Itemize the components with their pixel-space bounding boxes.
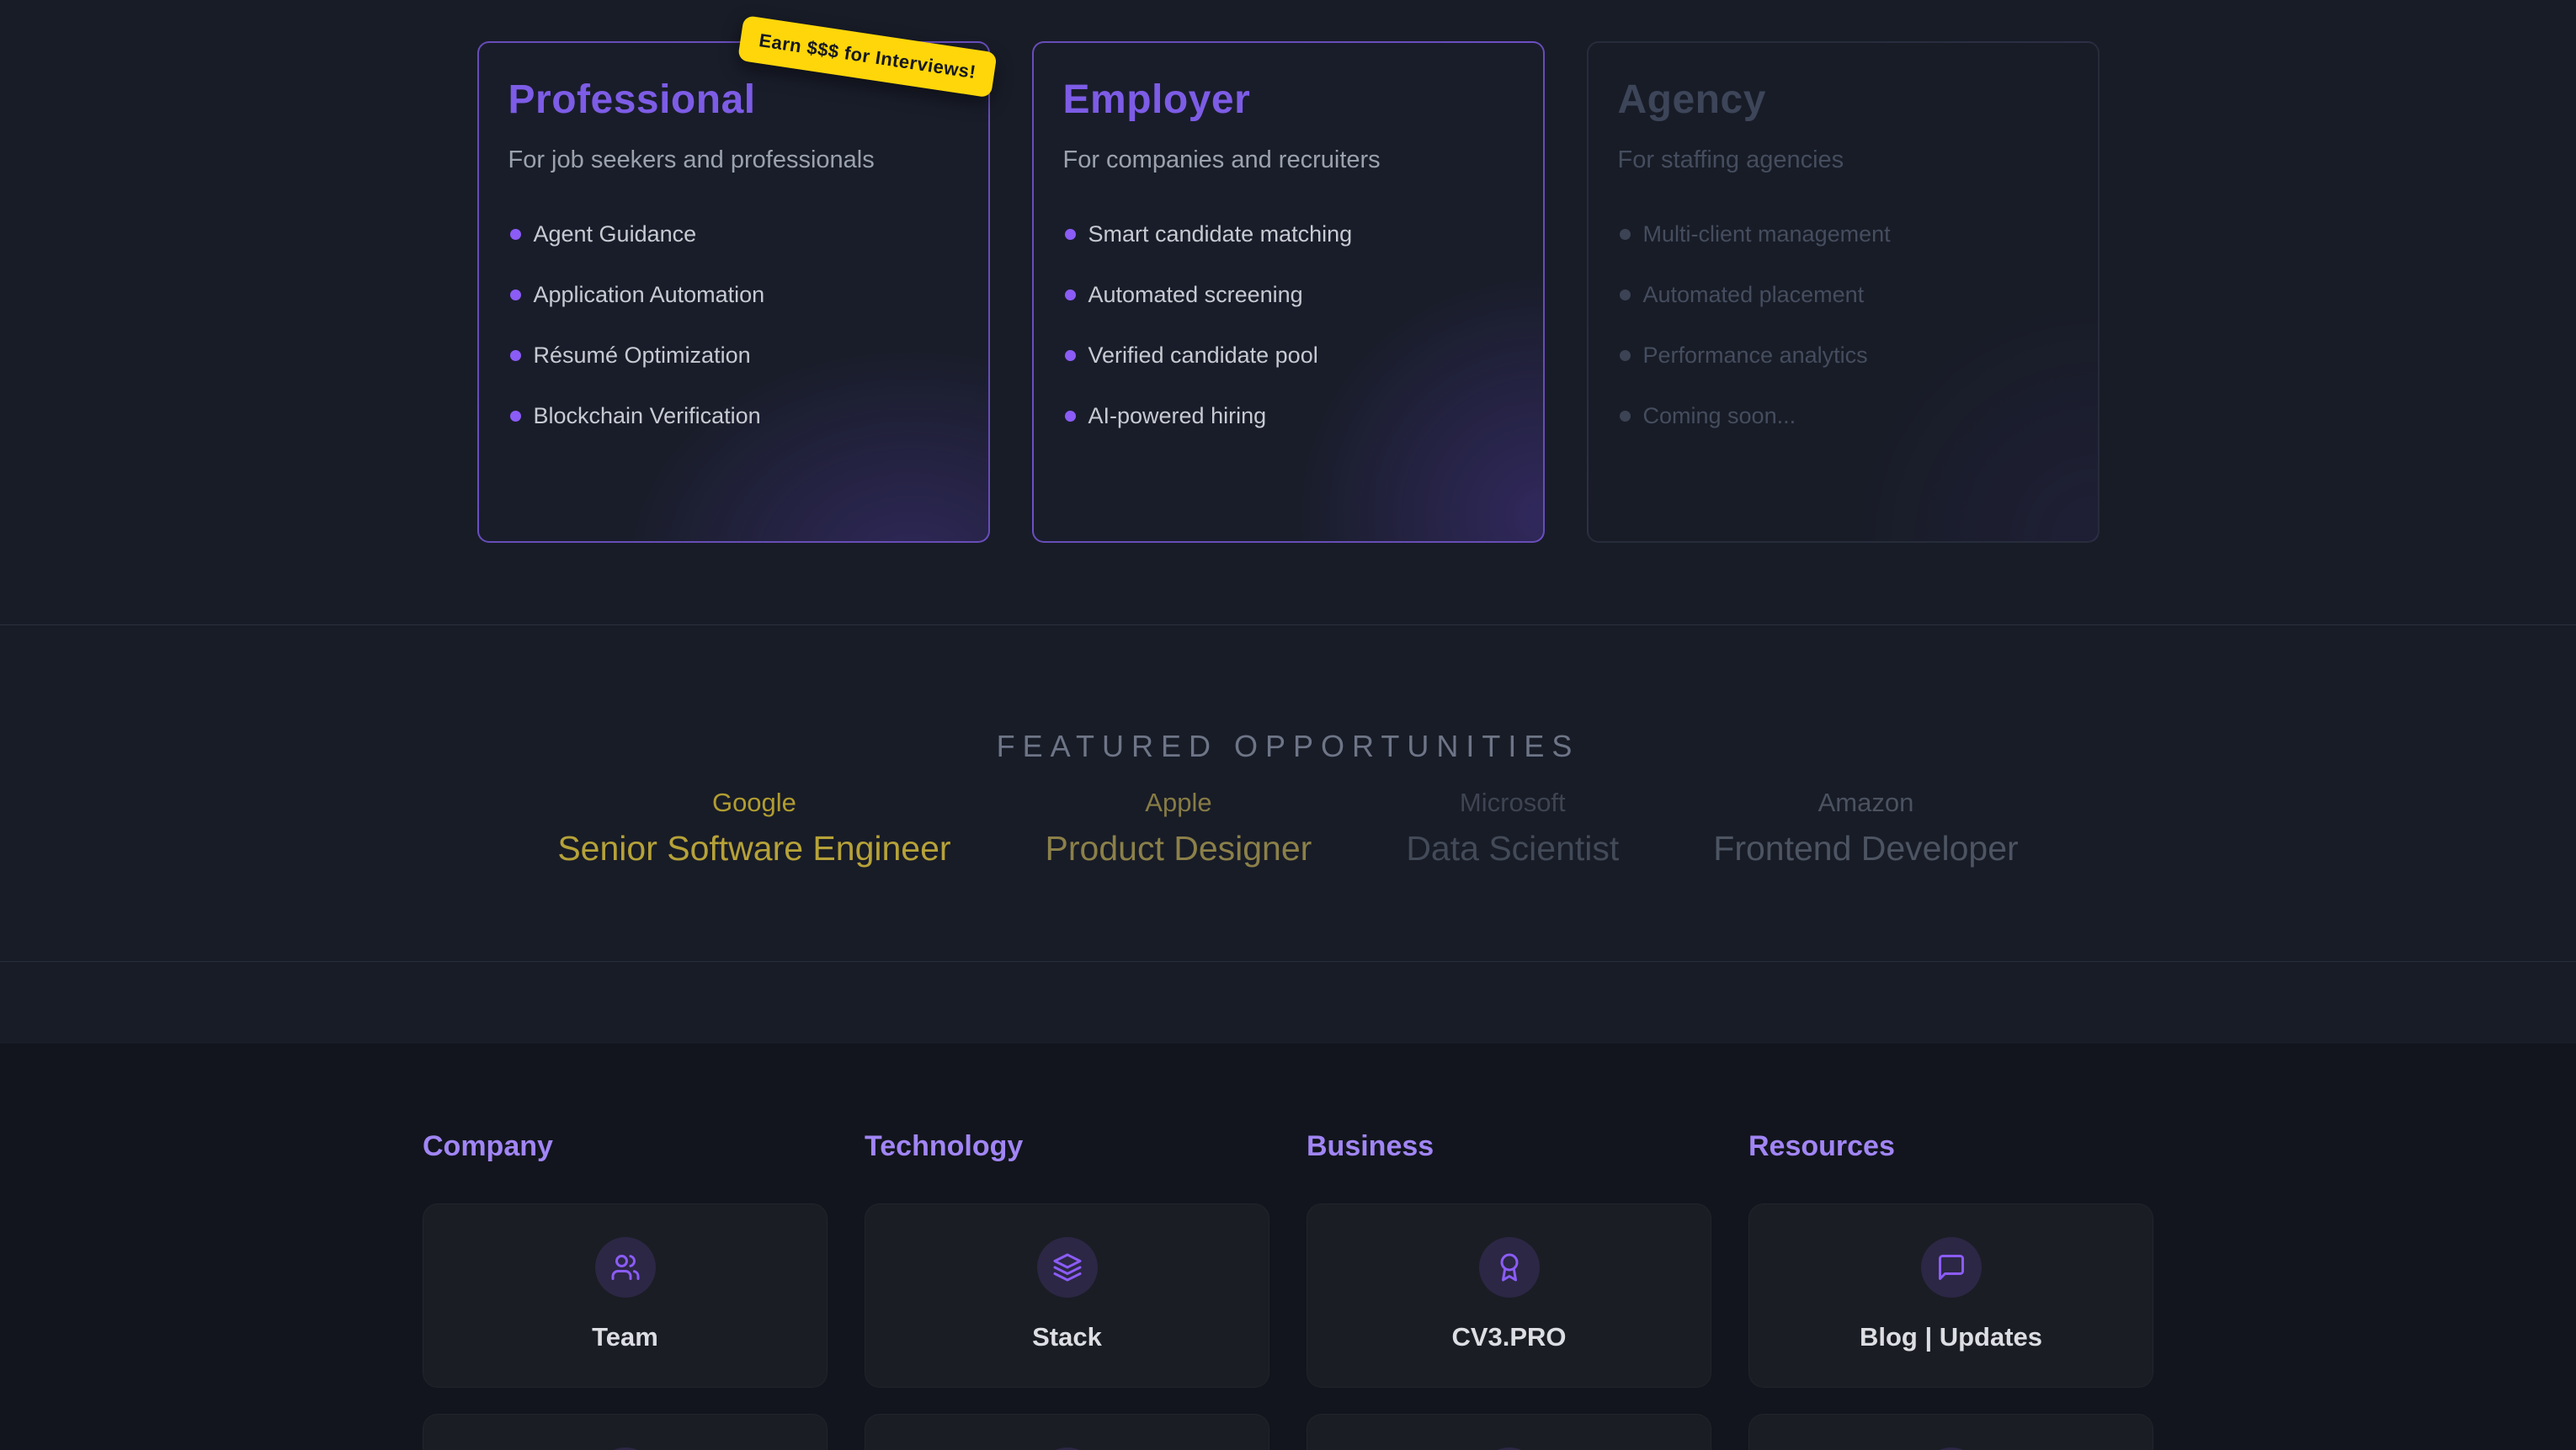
plan-title: Employer [1063, 77, 1514, 123]
plan-feature-label: Performance analytics [1643, 343, 1868, 369]
footer-card-partial[interactable] [1307, 1414, 1711, 1450]
plan-feature-list: Smart candidate matching Automated scree… [1063, 220, 1514, 430]
landing-page: Earn $$$ for Interviews! Professional Fo… [0, 0, 2576, 1450]
plan-feature-label: Coming soon... [1643, 403, 1796, 429]
featured-carousel: Google Senior Software Engineer Apple Pr… [0, 788, 2576, 868]
footer-card-stack[interactable]: Stack [865, 1203, 1269, 1388]
plan-feature: Performance analytics [1618, 341, 2068, 369]
footer-card-partial[interactable] [1748, 1414, 2153, 1450]
bullet-dot-icon [1065, 229, 1076, 240]
plan-feature: Blockchain Verification [508, 401, 959, 430]
bullet-dot-icon [1065, 350, 1076, 361]
plan-feature-label: Agent Guidance [534, 221, 697, 247]
featured-opportunities-section: FEATURED OPPORTUNITIES Google Senior Sof… [0, 624, 2576, 961]
plan-feature: AI-powered hiring [1063, 401, 1514, 430]
plan-feature: Automated screening [1063, 280, 1514, 309]
plan-feature: Verified candidate pool [1063, 341, 1514, 369]
plan-feature-label: Résumé Optimization [534, 343, 751, 369]
message-square-icon [1921, 1237, 1982, 1298]
layers-icon [1037, 1237, 1098, 1298]
footer-card-label: Team [592, 1322, 658, 1352]
award-icon [1479, 1237, 1540, 1298]
plan-feature-list: Multi-client management Automated placem… [1618, 220, 2068, 430]
plan-feature: Smart candidate matching [1063, 220, 1514, 248]
plan-feature: Résumé Optimization [508, 341, 959, 369]
footer-heading: Business [1307, 1130, 1711, 1163]
plans-section: Earn $$$ for Interviews! Professional Fo… [0, 0, 2576, 624]
footer-section: Company Team Technology [0, 1044, 2576, 1450]
plan-card-professional[interactable]: Professional For job seekers and profess… [477, 41, 990, 543]
plan-subtitle: For staffing agencies [1618, 146, 2068, 174]
plan-feature-label: Verified candidate pool [1088, 343, 1318, 369]
plan-feature-list: Agent Guidance Application Automation Ré… [508, 220, 959, 430]
footer-card-team[interactable]: Team [423, 1203, 828, 1388]
footer-column-company: Company Team [423, 1130, 828, 1450]
plan-feature: Coming soon... [1618, 401, 2068, 430]
footer-card-label: CV3.PRO [1451, 1322, 1566, 1352]
plan-feature-label: Smart candidate matching [1088, 221, 1353, 247]
featured-item-apple[interactable]: Apple Product Designer [1046, 788, 1312, 868]
plan-card-employer[interactable]: Employer For companies and recruiters Sm… [1032, 41, 1545, 543]
plan-feature: Agent Guidance [508, 220, 959, 248]
featured-item-google[interactable]: Google Senior Software Engineer [557, 788, 950, 868]
plan-feature: Multi-client management [1618, 220, 2068, 248]
bullet-dot-icon [1620, 289, 1631, 300]
plan-feature-label: Automated placement [1643, 282, 1865, 308]
bullet-dot-icon [510, 229, 521, 240]
footer-column-technology: Technology Stack [865, 1130, 1269, 1450]
plan-title: Professional [508, 77, 959, 123]
bullet-dot-icon [1620, 350, 1631, 361]
footer-card-label: Blog | Updates [1860, 1322, 2042, 1352]
featured-role: Senior Software Engineer [557, 829, 950, 868]
footer-heading: Company [423, 1130, 828, 1163]
bullet-dot-icon [510, 350, 521, 361]
featured-item-microsoft[interactable]: Microsoft Data Scientist [1406, 788, 1619, 868]
plans-row: Professional For job seekers and profess… [0, 0, 2576, 543]
featured-company: Apple [1046, 788, 1312, 818]
footer-heading: Technology [865, 1130, 1269, 1163]
plan-feature-label: Automated screening [1088, 282, 1303, 308]
plan-subtitle: For companies and recruiters [1063, 146, 1514, 174]
footer-column-business: Business CV3.PRO [1307, 1130, 1711, 1450]
plan-feature: Automated placement [1618, 280, 2068, 309]
featured-company: Google [557, 788, 950, 818]
plan-feature-label: AI-powered hiring [1088, 403, 1267, 429]
plan-feature-label: Multi-client management [1643, 221, 1891, 247]
plan-card-agency: Agency For staffing agencies Multi-clien… [1587, 41, 2100, 543]
bullet-dot-icon [1620, 411, 1631, 422]
plan-feature: Application Automation [508, 280, 959, 309]
footer-grid: Company Team Technology [423, 1044, 2153, 1450]
plan-title: Agency [1618, 77, 2068, 123]
footer-card-label: Stack [1032, 1322, 1102, 1352]
featured-heading: FEATURED OPPORTUNITIES [0, 729, 2576, 764]
plan-feature-label: Application Automation [534, 282, 765, 308]
featured-role: Product Designer [1046, 829, 1312, 868]
footer-heading: Resources [1748, 1130, 2153, 1163]
bullet-dot-icon [510, 289, 521, 300]
bullet-dot-icon [1620, 229, 1631, 240]
section-divider [0, 961, 2576, 962]
featured-item-amazon[interactable]: Amazon Frontend Developer [1713, 788, 2018, 868]
footer-card-blog[interactable]: Blog | Updates [1748, 1203, 2153, 1388]
footer-column-resources: Resources Blog | Updates [1748, 1130, 2153, 1450]
bullet-dot-icon [1065, 411, 1076, 422]
footer-card-partial[interactable] [423, 1414, 828, 1450]
featured-company: Amazon [1713, 788, 2018, 818]
featured-company: Microsoft [1406, 788, 1619, 818]
plan-feature-label: Blockchain Verification [534, 403, 761, 429]
plan-subtitle: For job seekers and professionals [508, 146, 959, 174]
users-icon [595, 1237, 656, 1298]
featured-role: Data Scientist [1406, 829, 1619, 868]
footer-card-partial[interactable] [865, 1414, 1269, 1450]
bullet-dot-icon [510, 411, 521, 422]
featured-role: Frontend Developer [1713, 829, 2018, 868]
bullet-dot-icon [1065, 289, 1076, 300]
footer-card-cv3pro[interactable]: CV3.PRO [1307, 1203, 1711, 1388]
